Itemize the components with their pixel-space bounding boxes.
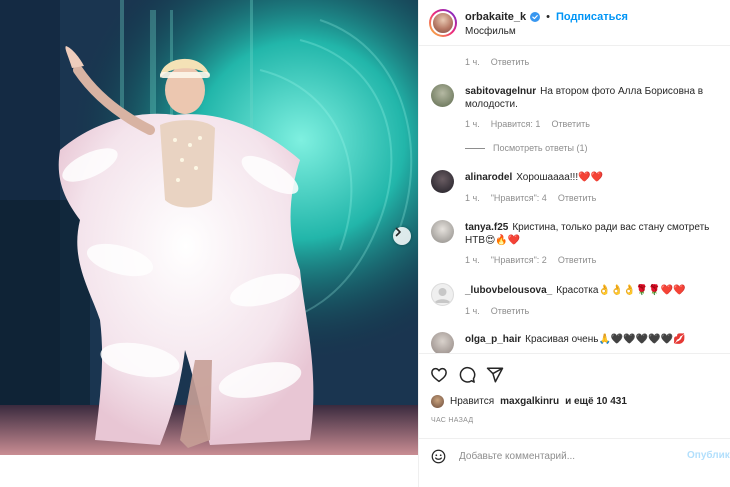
publish-button[interactable]: Опубликовать bbox=[687, 450, 730, 461]
comment-body: Красотка👌👌👌🌹🌹❤️❤️ bbox=[556, 285, 686, 296]
carousel-next-button[interactable] bbox=[393, 227, 411, 245]
post-header: orbakaite_k • Подписаться Мосфильм bbox=[419, 0, 730, 46]
comment-time: 1 ч. bbox=[465, 255, 480, 265]
comment-meta: 1 ч. "Нравится": 2 Ответить bbox=[465, 255, 596, 265]
follow-button[interactable]: Подписаться bbox=[556, 11, 628, 23]
comments-list[interactable]: 1 ч. Ответить sabitovagelnur На втором фо… bbox=[419, 47, 730, 353]
reply-button[interactable]: Ответить bbox=[491, 57, 529, 67]
comment-username[interactable]: olga_p_hair bbox=[465, 334, 521, 345]
add-comment-bar: Опубликовать bbox=[419, 438, 730, 487]
chevron-right-icon bbox=[395, 227, 401, 237]
view-replies-label: Посмотреть ответы (1) bbox=[493, 143, 588, 153]
post-photo[interactable] bbox=[0, 0, 418, 455]
comment-meta: 1 ч. "Нравится": 4 Ответить bbox=[465, 193, 596, 203]
author-username[interactable]: orbakaite_k bbox=[465, 11, 526, 23]
comment-icon[interactable] bbox=[458, 366, 476, 384]
liker-username[interactable]: maxgalkinru bbox=[500, 396, 559, 407]
header-separator: • bbox=[546, 11, 551, 23]
likes-prefix: Нравится bbox=[450, 396, 495, 407]
comment-avatar[interactable] bbox=[431, 283, 454, 306]
comment-time: 1 ч. bbox=[465, 193, 480, 203]
comment-text: olga_p_hair Красивая очень🙏🖤🖤🖤🖤🖤💋 bbox=[465, 333, 723, 346]
post-side-panel: orbakaite_k • Подписаться Мосфильм 1 ч. … bbox=[418, 0, 730, 487]
comment-text: sabitovagelnur На втором фото Алла Борисо… bbox=[465, 85, 723, 111]
reply-button[interactable]: Ответить bbox=[558, 193, 596, 203]
action-bar bbox=[419, 353, 730, 401]
reply-button[interactable]: Ответить bbox=[491, 306, 529, 316]
comment-body: Хорошаааа!!!❤️❤️ bbox=[516, 172, 603, 183]
share-icon[interactable] bbox=[486, 366, 504, 384]
comment-text: _lubovbelousova_ Красотка👌👌👌🌹🌹❤️❤️ bbox=[465, 284, 723, 297]
author-avatar[interactable] bbox=[429, 9, 457, 37]
comment-text: tanya.f25 Кристина, только ради вас стану… bbox=[465, 221, 723, 247]
comment-avatar[interactable] bbox=[431, 220, 454, 243]
comment-likes[interactable]: Нравится: 1 bbox=[491, 119, 541, 129]
author-line: orbakaite_k • Подписаться bbox=[465, 11, 628, 23]
comment-time: 1 ч. bbox=[465, 119, 480, 129]
comment-meta: 1 ч. Ответить bbox=[465, 57, 529, 67]
comment-avatar[interactable] bbox=[431, 170, 454, 193]
reply-button[interactable]: Ответить bbox=[558, 255, 596, 265]
comment-input[interactable] bbox=[459, 447, 669, 465]
comment-username[interactable]: alinarodel bbox=[465, 172, 512, 183]
likes-count[interactable]: и ещё 10 431 bbox=[565, 396, 627, 407]
comment-username[interactable]: _lubovbelousova_ bbox=[465, 285, 552, 296]
post-timestamp[interactable]: ЧАС НАЗАД bbox=[431, 417, 473, 424]
emoji-icon[interactable] bbox=[431, 449, 446, 464]
verified-badge-icon bbox=[530, 12, 541, 22]
comment-likes[interactable]: "Нравится": 2 bbox=[491, 255, 547, 265]
view-replies-button[interactable]: Посмотреть ответы (1) bbox=[465, 143, 588, 153]
reply-button[interactable]: Ответить bbox=[551, 119, 589, 129]
performer-photo-illustration bbox=[0, 0, 418, 455]
liker-avatar bbox=[431, 395, 444, 408]
comment-avatar[interactable] bbox=[431, 332, 454, 353]
comment-time: 1 ч. bbox=[465, 306, 480, 316]
comment-body: Красивая очень🙏🖤🖤🖤🖤🖤💋 bbox=[525, 334, 686, 345]
post-location[interactable]: Мосфильм bbox=[465, 26, 516, 37]
comment-meta: 1 ч. Нравится: 1 Ответить bbox=[465, 119, 590, 129]
comment-time: 1 ч. bbox=[465, 57, 480, 67]
comment-username[interactable]: sabitovagelnur bbox=[465, 86, 536, 97]
comment-text: alinarodel Хорошаааа!!!❤️❤️ bbox=[465, 171, 723, 184]
heart-icon[interactable] bbox=[430, 366, 448, 384]
default-avatar-icon bbox=[434, 288, 451, 303]
comment-username[interactable]: tanya.f25 bbox=[465, 222, 508, 233]
likes-summary[interactable]: Нравится maxgalkinru и ещё 10 431 bbox=[431, 395, 627, 408]
comment-avatar[interactable] bbox=[431, 84, 454, 107]
comment-meta: 1 ч. Ответить bbox=[465, 306, 529, 316]
comment-likes[interactable]: "Нравится": 4 bbox=[491, 193, 547, 203]
